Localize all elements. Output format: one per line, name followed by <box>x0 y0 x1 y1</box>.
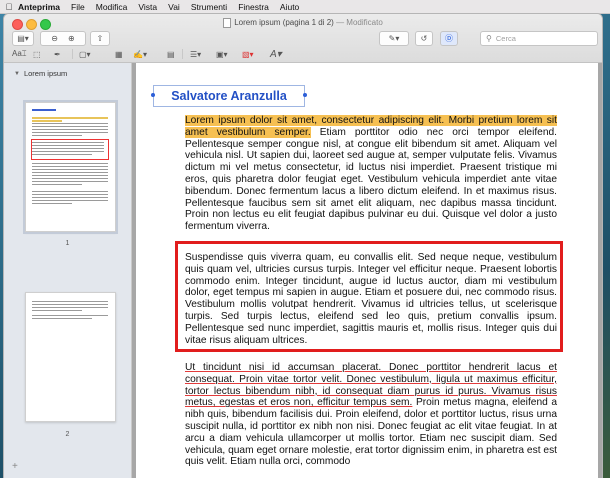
fill-color-icon: ▧▾ <box>242 49 254 59</box>
border-color-tool[interactable]: ▣▾ <box>216 49 228 59</box>
zoom-controls: ⊖ ⊕ <box>40 31 86 46</box>
menu-modifica[interactable]: Modifica <box>96 2 128 12</box>
toolbar-divider <box>182 49 183 59</box>
resize-handle-left[interactable] <box>151 93 155 97</box>
note-icon: ▤ <box>167 49 175 59</box>
page-thumbnail-2[interactable] <box>25 292 116 422</box>
rotate-button[interactable]: ↺ <box>415 31 433 46</box>
paragraph-1: Lorem ipsum dolor sit amet, consectetur … <box>185 115 557 233</box>
window-title: Lorem ipsum (pagina 1 di 2) — Modificato <box>4 18 602 28</box>
font-tool[interactable]: A▾ <box>270 48 282 60</box>
menu-app-name[interactable]: Anteprima <box>18 2 60 12</box>
text-box-tool[interactable]: ▦ <box>115 49 123 59</box>
toolbar-divider <box>72 49 73 59</box>
shapes-tool[interactable]: ▢▾ <box>79 49 91 59</box>
page-number-2: 2 <box>65 431 70 438</box>
annotation-text[interactable]: Salvatore Aranzulla <box>171 89 287 103</box>
preview-window: Lorem ipsum (pagina 1 di 2) — Modificato… <box>4 14 602 478</box>
titlebar: Lorem ipsum (pagina 1 di 2) — Modificato… <box>4 14 602 63</box>
menu-aiuto[interactable]: Aiuto <box>280 2 299 12</box>
paragraph-2: Suspendisse quis viverra quam, eu conval… <box>185 252 557 346</box>
document-icon <box>223 18 232 28</box>
sidebar-document-name: Lorem ipsum <box>23 69 68 78</box>
add-icon[interactable]: + <box>12 461 18 472</box>
shapes-icon: ▢▾ <box>79 49 91 59</box>
rect-selection-tool[interactable]: ⬚ <box>33 49 41 59</box>
disclosure-triangle-icon[interactable]: ▼ <box>14 71 20 77</box>
menubar:  Anteprima File Modifica Vista Vai Stru… <box>0 0 610 14</box>
page-thumbnail-1[interactable] <box>23 100 118 234</box>
apple-menu-icon[interactable]:  <box>0 2 18 12</box>
paragraph-3: Ut tincidunt nisi id accumsan placerat. … <box>185 362 557 468</box>
border-color-icon: ▣▾ <box>216 49 228 59</box>
sidebar-header[interactable]: ▼ Lorem ipsum <box>4 63 131 78</box>
window-title-text: Lorem ipsum (pagina 1 di 2) <box>234 18 334 28</box>
sketch-icon: ✒ <box>54 49 61 59</box>
sidebar-view-button[interactable]: ▤▾ <box>12 31 34 46</box>
zoom-in-icon[interactable]: ⊕ <box>68 34 75 43</box>
thumbnail-sidebar: ▼ Lorem ipsum 1 2 + <box>4 63 132 478</box>
text-annotation-box[interactable]: Salvatore Aranzulla <box>151 85 307 107</box>
note-tool[interactable]: ▤ <box>167 49 175 59</box>
page-number-1: 1 <box>65 240 70 247</box>
resize-handle-right[interactable] <box>303 93 307 97</box>
text-box-icon: ▦ <box>115 49 123 59</box>
search-icon: ⚲ <box>486 34 492 43</box>
menu-strumenti[interactable]: Strumenti <box>191 2 227 12</box>
document-area: Salvatore Aranzulla Lorem ipsum dolor si… <box>132 63 602 478</box>
menu-vai[interactable]: Vai <box>168 2 180 12</box>
rotate-icon: ↺ <box>420 34 428 43</box>
text-selection-tool[interactable]: Aa⌶ <box>12 49 27 59</box>
menu-file[interactable]: File <box>71 2 85 12</box>
zoom-out-icon[interactable]: ⊖ <box>51 34 58 43</box>
menu-finestra[interactable]: Finestra <box>238 2 269 12</box>
font-icon: A▾ <box>270 48 282 60</box>
modified-label: — Modificato <box>336 18 383 28</box>
markup-toolbar-button[interactable]: ✎▾ <box>379 31 409 46</box>
signature-tool[interactable]: ✍▾ <box>133 49 147 59</box>
share-icon: ⇧ <box>96 34 104 43</box>
thumb-annotation <box>32 109 56 111</box>
paragraph-1-text: Etiam porttitor odio nec orci tempor ele… <box>185 126 557 233</box>
sketch-tool[interactable]: ✒ <box>54 49 61 59</box>
search-field[interactable]: ⚲ Cerca <box>480 31 598 46</box>
text-tool-icon: Aa⌶ <box>12 49 27 58</box>
share-button[interactable]: ⇧ <box>90 31 110 46</box>
rect-selection-icon: ⬚ <box>33 49 41 59</box>
line-style-tool[interactable]: ☰▾ <box>190 49 201 59</box>
pdf-page: Salvatore Aranzulla Lorem ipsum dolor si… <box>136 63 598 478</box>
signature-icon: ✍▾ <box>133 49 147 59</box>
menu-vista[interactable]: Vista <box>138 2 157 12</box>
pen-icon: ✎▾ <box>388 34 400 43</box>
markup-icon: Ⓓ <box>445 34 453 43</box>
search-placeholder: Cerca <box>495 34 516 43</box>
sidebar-icon: ▤▾ <box>17 34 29 43</box>
markup-button[interactable]: Ⓓ <box>440 31 458 46</box>
fill-color-tool[interactable]: ▧▾ <box>242 49 254 59</box>
line-style-icon: ☰▾ <box>190 49 202 59</box>
